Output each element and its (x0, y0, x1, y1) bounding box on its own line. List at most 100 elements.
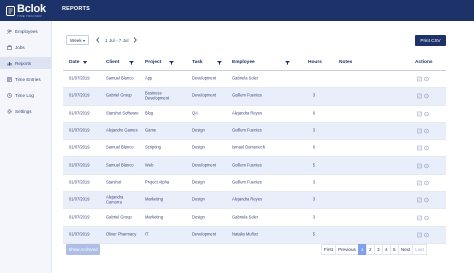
edit-icon[interactable] (417, 128, 422, 134)
cell-task: Development (192, 75, 217, 81)
cell-task: Design (192, 179, 205, 185)
logo[interactable]: Bclok TIME TRACKER (0, 0, 60, 21)
sidebar-item-label: Reports (15, 60, 32, 66)
edit-icon[interactable] (417, 94, 422, 99)
top-bar: Bclok TIME TRACKER REPORTS (0, 0, 474, 21)
cell-client: Starshot Software (106, 110, 139, 116)
table-body: 01/07/2019 Samuel Blanco App Development Gab… (63, 71, 446, 244)
sidebar-item-settings[interactable]: Settings (0, 105, 51, 117)
cell-project: Web (145, 162, 154, 168)
edit-icon[interactable] (417, 215, 422, 220)
column-task-label: Task (192, 60, 203, 65)
column-employee[interactable]: Employee (232, 60, 290, 65)
cell-employee: Alejandra Reyes (232, 110, 263, 116)
gear-icon (6, 108, 12, 114)
cell-client: Oliver Pharmacy (106, 231, 137, 237)
cell-client: Alejandro Games (106, 127, 138, 133)
cell-client: Starshot (106, 179, 122, 185)
previous-period-button[interactable] (93, 35, 102, 45)
column-project[interactable]: Project (145, 60, 175, 65)
pagination-next[interactable]: Next (397, 244, 414, 255)
sidebar-item-label: Settings (15, 108, 32, 114)
cell-date: 01/07/2019 (69, 162, 90, 168)
table-row: 01/07/2019 Gabriel Group Business Developm… (63, 88, 446, 106)
sidebar-item-time-log[interactable]: Time Log (0, 89, 51, 101)
sidebar-item-time-entries[interactable]: Time Entries (0, 73, 51, 85)
cell-project: Business Development (145, 90, 170, 101)
column-employee-label: Employee (232, 60, 255, 65)
archive-icon[interactable] (423, 94, 429, 99)
column-actions-label: Actions (415, 60, 433, 65)
briefcase-icon (6, 44, 12, 50)
cell-project: IT (145, 231, 149, 237)
sidebar-item-employees[interactable]: Employees (0, 25, 51, 37)
cell-employee: Gabriela Soler (232, 214, 259, 220)
cell-client: Alejandra Camorra (106, 194, 124, 205)
list-icon (6, 76, 12, 82)
edit-icon[interactable] (417, 180, 422, 186)
row-actions (417, 146, 430, 151)
pagination-first[interactable]: First (321, 244, 336, 255)
column-client[interactable]: Client (106, 60, 135, 65)
cell-project: Project Alpha (145, 179, 170, 185)
show-archived-button[interactable]: Show Archived (66, 244, 100, 255)
pagination-last[interactable]: Last (412, 244, 427, 255)
sidebar-item-label: Time Log (15, 92, 34, 98)
column-task[interactable]: Task (192, 60, 222, 65)
edit-icon[interactable] (417, 232, 422, 238)
row-actions (417, 94, 430, 99)
column-hours: Hours (308, 60, 322, 65)
archive-icon[interactable] (423, 128, 429, 134)
row-actions (417, 111, 430, 116)
cell-task: Design (192, 127, 205, 133)
cell-date: 01/07/2019 (69, 127, 90, 133)
sidebar-item-reports[interactable]: Reports (0, 57, 51, 69)
row-actions (417, 215, 430, 220)
cell-task: Development (192, 231, 217, 237)
table-row: 01/07/2019 Alejandra Camorra Marketing Desi… (63, 192, 446, 210)
table-row: 01/07/2019 Samuel Blanco Scripting Design Is… (63, 140, 446, 158)
cell-date: 01/07/2019 (69, 145, 90, 151)
edit-icon[interactable] (417, 111, 422, 116)
cell-project: Blog (145, 110, 154, 116)
column-notes: Notes (339, 60, 352, 65)
sidebar-item-jobs[interactable]: Jobs (0, 41, 51, 53)
cell-project: App (145, 75, 153, 81)
logo-icon (6, 5, 15, 16)
archive-icon[interactable] (423, 197, 429, 203)
period-filters: Week 1 Jul - 7 Jul (66, 35, 140, 45)
cell-task: Design (192, 196, 205, 202)
archive-icon[interactable] (423, 232, 429, 238)
archive-icon[interactable] (423, 180, 429, 186)
archive-icon[interactable] (423, 215, 429, 220)
users-icon (6, 28, 12, 34)
logo-subtitle: TIME TRACKER (17, 14, 42, 18)
row-actions (417, 163, 430, 168)
archive-icon[interactable] (423, 146, 429, 151)
cell-employee: Gabriela Soler (232, 75, 259, 81)
edit-icon[interactable] (417, 146, 422, 151)
archive-icon[interactable] (423, 76, 429, 82)
next-period-button[interactable] (131, 35, 140, 45)
table-row: 01/07/2019 Starshot Project Alpha Design Gui… (63, 175, 446, 193)
cell-date: 01/07/2019 (69, 110, 90, 116)
column-client-label: Client (106, 60, 120, 65)
column-actions: Actions (415, 60, 433, 65)
cell-task: Design (192, 214, 205, 220)
archive-icon[interactable] (423, 163, 429, 168)
column-date[interactable]: Date (69, 60, 88, 65)
pagination-previous[interactable]: Previous (334, 244, 359, 255)
edit-icon[interactable] (417, 197, 422, 203)
cell-date: 01/07/2019 (69, 231, 90, 237)
print-csv-button[interactable]: Print CSV (415, 35, 446, 46)
cell-client: Gabriel Group (106, 214, 132, 220)
archive-icon[interactable] (423, 111, 429, 116)
cell-client: Samuel Blanco (106, 75, 134, 81)
cell-task: Development (192, 93, 217, 99)
cell-task: QA (192, 110, 198, 116)
edit-icon[interactable] (417, 163, 422, 168)
table-row: 01/07/2019 Oliver Pharmacy IT Development Na… (63, 226, 446, 244)
edit-icon[interactable] (417, 76, 422, 82)
cell-hours: 3 (312, 127, 315, 133)
period-select[interactable]: Week (66, 35, 89, 45)
